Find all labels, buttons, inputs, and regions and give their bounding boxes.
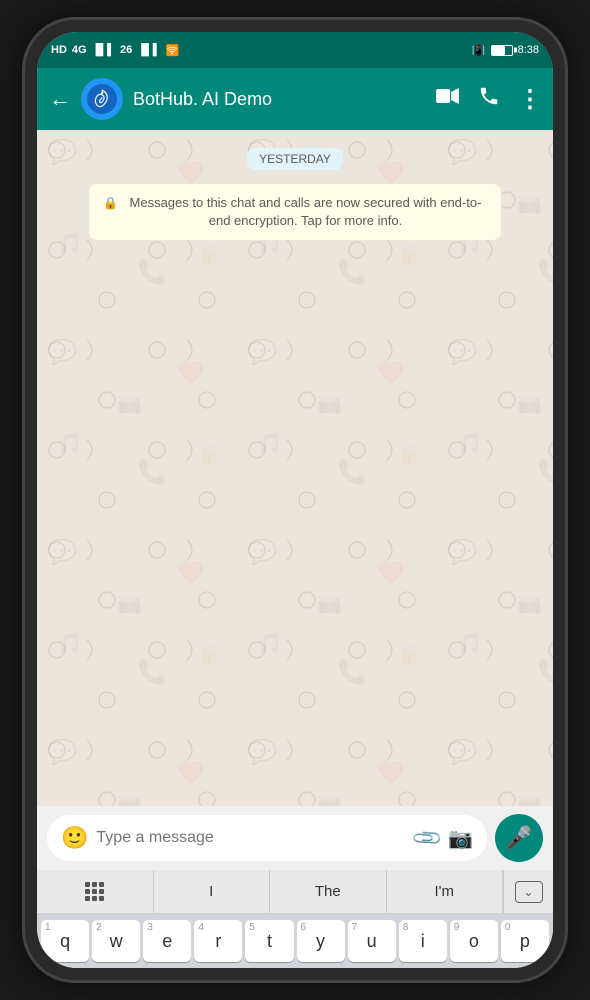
date-badge: YESTERDAY — [247, 148, 343, 170]
suggestion-grid-button[interactable] — [37, 870, 154, 913]
key-i[interactable]: 8i — [399, 920, 447, 962]
phone-frame: HD 4G ▐▌▌ 26 ▐▌▌ 🛜 📳 8:38 ← — [25, 20, 565, 980]
mic-icon: 🎤 — [505, 825, 532, 851]
camera-button[interactable]: 📷 — [448, 826, 473, 851]
suggestion-i-label: I — [209, 883, 213, 900]
chat-header: ← BotHub. AI Demo — [37, 68, 553, 130]
time-display: 8:38 — [518, 44, 539, 56]
suggestion-the[interactable]: The — [270, 870, 387, 913]
key-w[interactable]: 2w — [92, 920, 140, 962]
mic-button[interactable]: 🎤 — [495, 814, 543, 862]
bothub-logo-icon — [87, 84, 117, 114]
key-r[interactable]: 4r — [194, 920, 242, 962]
key-e[interactable]: 3e — [143, 920, 191, 962]
network-26: 26 — [120, 44, 132, 56]
input-area: 🙂 📎 📷 🎤 — [37, 806, 553, 870]
signal-bars2: ▐▌▌ — [137, 44, 160, 56]
message-input[interactable] — [96, 829, 407, 847]
chat-area: YESTERDAY 🔒 Messages to this chat and ca… — [37, 130, 553, 806]
battery-icon — [491, 45, 513, 56]
message-input-container: 🙂 📎 📷 — [47, 815, 487, 861]
collapse-keyboard-button[interactable]: ⌄ — [503, 870, 553, 913]
back-button[interactable]: ← — [49, 86, 71, 112]
status-left: HD 4G ▐▌▌ 26 ▐▌▌ 🛜 — [51, 44, 179, 57]
suggestion-the-label: The — [315, 883, 341, 900]
wifi-icon: 🛜 — [166, 44, 180, 57]
key-y[interactable]: 6y — [297, 920, 345, 962]
emoji-button[interactable]: 🙂 — [61, 825, 88, 851]
key-t[interactable]: 5t — [245, 920, 293, 962]
suggestion-im-label: I'm — [434, 883, 454, 900]
header-icons: ⋮ — [436, 85, 541, 114]
encryption-text: Messages to this chat and calls are now … — [124, 194, 486, 230]
key-u[interactable]: 7u — [348, 920, 396, 962]
status-bar: HD 4G ▐▌▌ 26 ▐▌▌ 🛜 📳 8:38 — [37, 32, 553, 68]
video-call-button[interactable] — [436, 87, 460, 111]
key-o[interactable]: 9o — [450, 920, 498, 962]
status-right: 📳 8:38 — [472, 44, 539, 57]
network-hd: HD — [51, 44, 67, 56]
key-q[interactable]: 1q — [41, 920, 89, 962]
key-p[interactable]: 0p — [501, 920, 549, 962]
keyboard-grid: 1q 2w 3e 4r 5t 6y 7u 8i 9o 0p — [37, 914, 553, 968]
contact-name[interactable]: BotHub. AI Demo — [133, 89, 426, 110]
attach-button[interactable]: 📎 — [410, 820, 445, 855]
signal-bars: ▐▌▌ — [92, 44, 115, 56]
keyboard-row-1: 1q 2w 3e 4r 5t 6y 7u 8i 9o 0p — [41, 920, 549, 962]
voice-call-button[interactable] — [478, 85, 500, 113]
avatar-inner — [81, 78, 123, 120]
encryption-notice[interactable]: 🔒 Messages to this chat and calls are no… — [89, 184, 500, 240]
phone-inner: HD 4G ▐▌▌ 26 ▐▌▌ 🛜 📳 8:38 ← — [37, 32, 553, 968]
avatar[interactable] — [81, 78, 123, 120]
battery-fill — [492, 46, 505, 55]
keyboard-suggestions: I The I'm ⌄ — [37, 870, 553, 914]
more-options-button[interactable]: ⋮ — [518, 85, 541, 114]
network-4g: 4G — [72, 44, 87, 56]
keyboard-area: I The I'm ⌄ 1q 2w 3e 4r 5t — [37, 870, 553, 968]
suggestion-i[interactable]: I — [154, 870, 271, 913]
lock-icon: 🔒 — [103, 195, 118, 212]
grid-icon — [84, 881, 106, 903]
vibrate-icon: 📳 — [472, 44, 486, 57]
suggestion-im[interactable]: I'm — [387, 870, 504, 913]
collapse-icon: ⌄ — [515, 881, 543, 903]
